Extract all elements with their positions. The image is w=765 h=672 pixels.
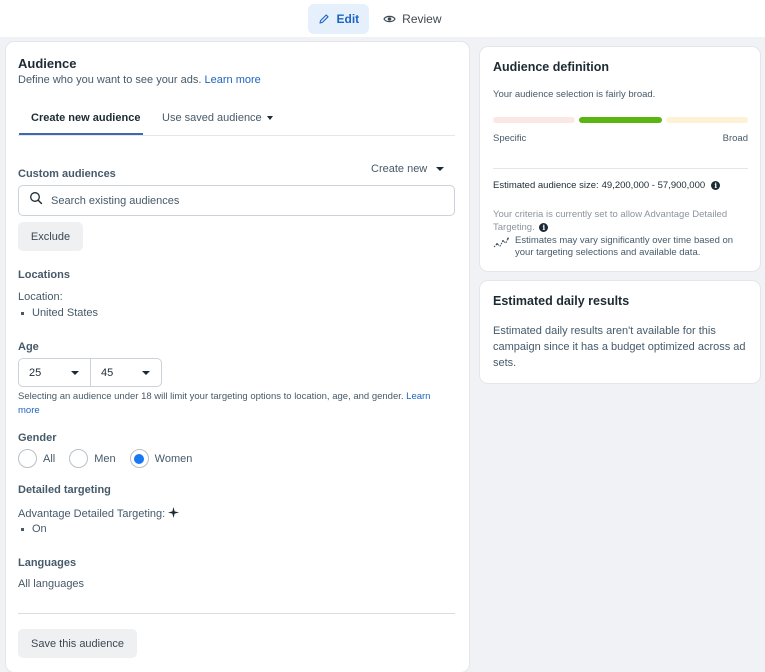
custom-audiences-label: Custom audiences [18,168,116,180]
info-icon[interactable]: i [711,181,721,190]
estimate-note-text: Estimates may vary significantly over ti… [515,235,734,258]
tab-use-saved-audience[interactable]: Use saved audience [162,112,273,124]
daily-results-card: Estimated daily results Estimated daily … [480,281,760,383]
age-max-value: 45 [101,366,114,379]
audience-description-text: Define who you want to see your ads. [18,74,202,86]
create-new-label: Create new [371,163,428,175]
edit-tab-label: Edit [336,11,360,26]
review-tab-label: Review [402,11,442,26]
edit-tab[interactable]: Edit [308,3,370,34]
criteria-note-text: Your criteria is currently set to allow … [493,209,728,233]
radio-men[interactable] [69,449,89,468]
estimated-size-label: Estimated audience size: [493,180,599,191]
bullet [21,527,24,531]
gender-all-label: All [43,452,56,465]
age-min-value: 25 [29,366,42,379]
trend-chart-icon [493,236,509,259]
gender-option-women[interactable]: Women [129,449,193,468]
tab-use-saved-audience-label: Use saved audience [162,112,262,124]
chevron-down-icon [436,167,445,171]
exclude-button[interactable]: Exclude [18,222,83,251]
advantage-plus-icon [168,507,180,521]
criteria-note: Your criteria is currently set to allow … [493,208,748,234]
tab-create-new-audience[interactable]: Create new audience [31,112,140,124]
active-tab-indicator [19,133,143,135]
pencil-icon [318,13,330,25]
audience-title: Audience [18,56,77,71]
estimated-audience-size: Estimated audience size: 49,200,000 - 57… [493,180,721,191]
scale-left-label: Specific [493,133,527,144]
advantage-detailed-targeting: Advantage Detailed Targeting: [18,507,180,521]
review-tab[interactable]: Review [373,4,451,34]
radio-selected-dot [134,453,145,464]
audience-description: Define who you want to see your ads. Lea… [18,74,261,86]
location-item: United States [18,307,98,319]
audience-status-text: Your audience selection is fairly broad. [493,89,656,100]
eye-icon [383,13,396,25]
audience-definition-card: Audience definition Your audience select… [480,47,760,271]
detailed-targeting-value: On [32,523,47,535]
languages-value: All languages [18,578,85,590]
age-note: Selecting an audience under 18 will limi… [18,390,443,418]
search-icon [29,191,43,210]
locations-label: Locations [18,269,70,281]
info-icon[interactable]: i [539,222,549,232]
estimate-note: Estimates may vary significantly over ti… [493,235,748,259]
age-note-text: Selecting an audience under 18 will limi… [18,391,404,402]
learn-more-link[interactable]: Learn more [205,74,261,86]
scale-right-label: Broad [722,133,748,144]
meter-segment-fairly-broad [579,117,662,123]
audience-definition-title: Audience definition [493,60,609,74]
radio-all[interactable] [18,449,37,468]
gender-label: Gender [18,432,57,444]
audience-card: Audience Define who you want to see your… [6,42,469,672]
gender-option-men[interactable]: Men [69,449,116,468]
location-value: United States [32,307,99,319]
age-selector: 25 45 [18,358,162,387]
bullet [21,311,24,315]
daily-results-title: Estimated daily results [493,294,630,308]
meter-segment-broad [666,117,748,123]
radio-women[interactable] [129,449,149,468]
section-divider [18,613,455,614]
chevron-down-icon [266,116,273,120]
chevron-down-icon [71,370,79,375]
location-sublabel: Location: [18,291,63,303]
search-audiences-input[interactable] [51,194,454,207]
daily-results-message: Estimated daily results aren't available… [493,325,746,369]
age-max-select[interactable]: 45 [90,359,161,386]
languages-label: Languages [18,557,77,569]
chevron-down-icon [142,370,150,375]
estimated-size-value: 49,200,000 - 57,900,000 [601,180,706,191]
meter-segment-specific [493,117,575,123]
audience-definition-divider [493,168,748,169]
create-new-dropdown[interactable]: Create new [371,163,445,175]
advantage-detailed-targeting-label: Advantage Detailed Targeting: [18,508,166,520]
save-audience-button[interactable]: Save this audience [18,629,137,658]
gender-radio-group: All Men Women [18,449,202,468]
gender-women-label: Women [154,452,193,465]
search-audiences-field[interactable] [18,185,455,216]
age-label: Age [18,341,39,353]
detailed-targeting-item: On [18,523,47,535]
top-bar: Edit Review [0,0,765,37]
gender-men-label: Men [94,452,116,465]
age-min-select[interactable]: 25 [19,359,90,386]
gender-option-all[interactable]: All [18,449,55,468]
detailed-targeting-label: Detailed targeting [18,484,111,496]
tabs-divider [18,135,455,136]
